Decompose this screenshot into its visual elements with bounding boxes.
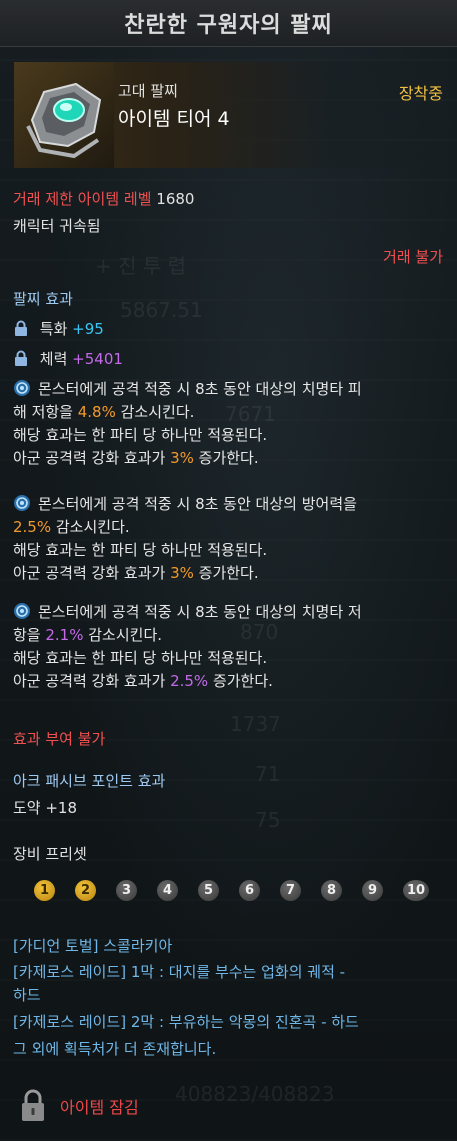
stat-label: 체력	[39, 350, 68, 368]
item-grade: 고대 팔찌	[118, 82, 178, 100]
item-tier: 아이템 티어 4	[118, 108, 230, 130]
effect-text: 감소시킨다.	[115, 403, 195, 421]
effect-text: 감소시킨다.	[83, 626, 163, 644]
effect-text: 몬스터에게 공격 적중 시 8초 동안 대상의 치명타 피	[38, 380, 362, 398]
preset-1-button[interactable]: 1	[34, 880, 55, 901]
trade-level-label: 거래 제한 아이템 레벨	[13, 190, 152, 208]
swirl-effect-icon	[14, 495, 30, 511]
source-line-4: [카제로스 레이드] 2막 : 부유하는 악몽의 진혼곡 - 하드	[13, 1013, 359, 1031]
preset-5-button[interactable]: 5	[198, 880, 219, 901]
effect-text: 몬스터에게 공격 적중 시 8초 동안 대상의 치명타 저	[38, 603, 362, 621]
preset-3-button[interactable]: 3	[116, 880, 137, 901]
trade-level-row: 거래 제한 아이템 레벨 1680	[13, 188, 194, 209]
effect-text: 해 저항을	[13, 403, 78, 421]
source-line-3: 하드	[13, 986, 41, 1004]
item-icon	[14, 62, 114, 168]
stat-value: +5401	[72, 350, 123, 368]
preset-heading: 장비 프리셋	[13, 845, 87, 863]
padlock-icon	[22, 1089, 44, 1121]
bg-ghost-text: 408823/408823	[175, 1082, 335, 1106]
effect-text: 증가한다.	[208, 672, 273, 690]
preset-10-button[interactable]: 10	[403, 880, 429, 901]
effect-text: 증가한다.	[193, 449, 259, 467]
bound-status: 캐릭터 귀속됨	[13, 217, 101, 235]
effect-value: 3%	[170, 449, 194, 467]
preset-2-button[interactable]: 2	[75, 880, 96, 901]
effect-text: 몬스터에게 공격 적중 시 8초 동안 대상의 방어력을	[38, 495, 357, 513]
effect-text: 증가한다.	[193, 564, 259, 582]
item-lock-status: 아이템 잠김	[60, 1098, 139, 1117]
effect-text: 아군 공격력 강화 효과가	[13, 564, 171, 582]
source-line-2: [카제로스 레이드] 1막 : 대지를 부수는 업화의 궤적 -	[13, 963, 346, 981]
special-effect-2: 몬스터에게 공격 적중 시 8초 동안 대상의 방어력을 2.5% 감소시킨다.…	[13, 493, 445, 585]
bg-ghost-text: 5867.51	[120, 298, 203, 322]
effect-text: 감소시킨다.	[51, 518, 130, 536]
item-name: 찬란한 구원자의 팔찌	[124, 13, 333, 38]
special-effect-1: 몬스터에게 공격 적중 시 8초 동안 대상의 치명타 피 해 저항을 4.8%…	[13, 378, 445, 470]
swirl-effect-icon	[14, 380, 30, 396]
lock-icon	[15, 320, 27, 336]
ark-passive-heading: 아크 패시브 포인트 효과	[13, 772, 166, 790]
no-effect-grant: 효과 부여 불가	[13, 730, 106, 748]
preset-9-button[interactable]: 9	[362, 880, 383, 901]
preset-4-button[interactable]: 4	[157, 880, 178, 901]
effect-text: 해당 효과는 한 파티 당 하나만 적용된다.	[13, 541, 268, 559]
bg-ghost-text: 75	[255, 808, 281, 832]
stat-row-vitality: 체력 +5401	[13, 348, 123, 369]
ark-passive-value: 도약 +18	[13, 799, 78, 817]
swirl-effect-icon	[14, 603, 30, 619]
effect-value: 3%	[170, 564, 194, 582]
preset-6-button[interactable]: 6	[239, 880, 260, 901]
lock-icon	[15, 350, 27, 366]
effect-value: 4.8%	[77, 403, 116, 421]
equipped-status: 장착중	[398, 84, 443, 103]
source-line-5: 그 외에 획득처가 더 존재합니다.	[13, 1040, 217, 1058]
bg-ghost-text: + 진 투 렵	[95, 254, 187, 278]
untradeable-status: 거래 불가	[383, 248, 443, 266]
stat-row-specialization: 특화 +95	[13, 318, 104, 339]
effect-text: 항을	[13, 626, 46, 644]
effect-text: 아군 공격력 강화 효과가	[13, 672, 171, 690]
tooltip-title-bar: 찬란한 구원자의 팔찌	[0, 0, 457, 47]
effect-text: 아군 공격력 강화 효과가	[13, 449, 171, 467]
bg-ghost-text: 71	[255, 762, 281, 786]
bg-ghost-text: 1737	[230, 712, 281, 736]
preset-list: 1 2 3 4 5 6 7 8 9 10	[34, 880, 429, 901]
source-line-1: [가디언 토벌] 스콜라키아	[13, 937, 173, 955]
effect-value: 2.1%	[45, 626, 84, 644]
effect-text: 해당 효과는 한 파티 당 하나만 적용된다.	[13, 649, 268, 667]
effect-value: 2.5%	[13, 518, 52, 536]
special-effect-3: 몬스터에게 공격 적중 시 8초 동안 대상의 치명타 저 항을 2.1% 감소…	[13, 601, 445, 693]
stat-value: +95	[72, 320, 104, 338]
effect-text: 해당 효과는 한 파티 당 하나만 적용된다.	[13, 426, 268, 444]
preset-8-button[interactable]: 8	[321, 880, 342, 901]
stat-label: 특화	[39, 320, 68, 338]
effect-value: 2.5%	[170, 672, 209, 690]
trade-level-value: 1680	[156, 190, 195, 208]
preset-7-button[interactable]: 7	[280, 880, 301, 901]
bracelet-effect-heading: 팔찌 효과	[13, 290, 73, 308]
